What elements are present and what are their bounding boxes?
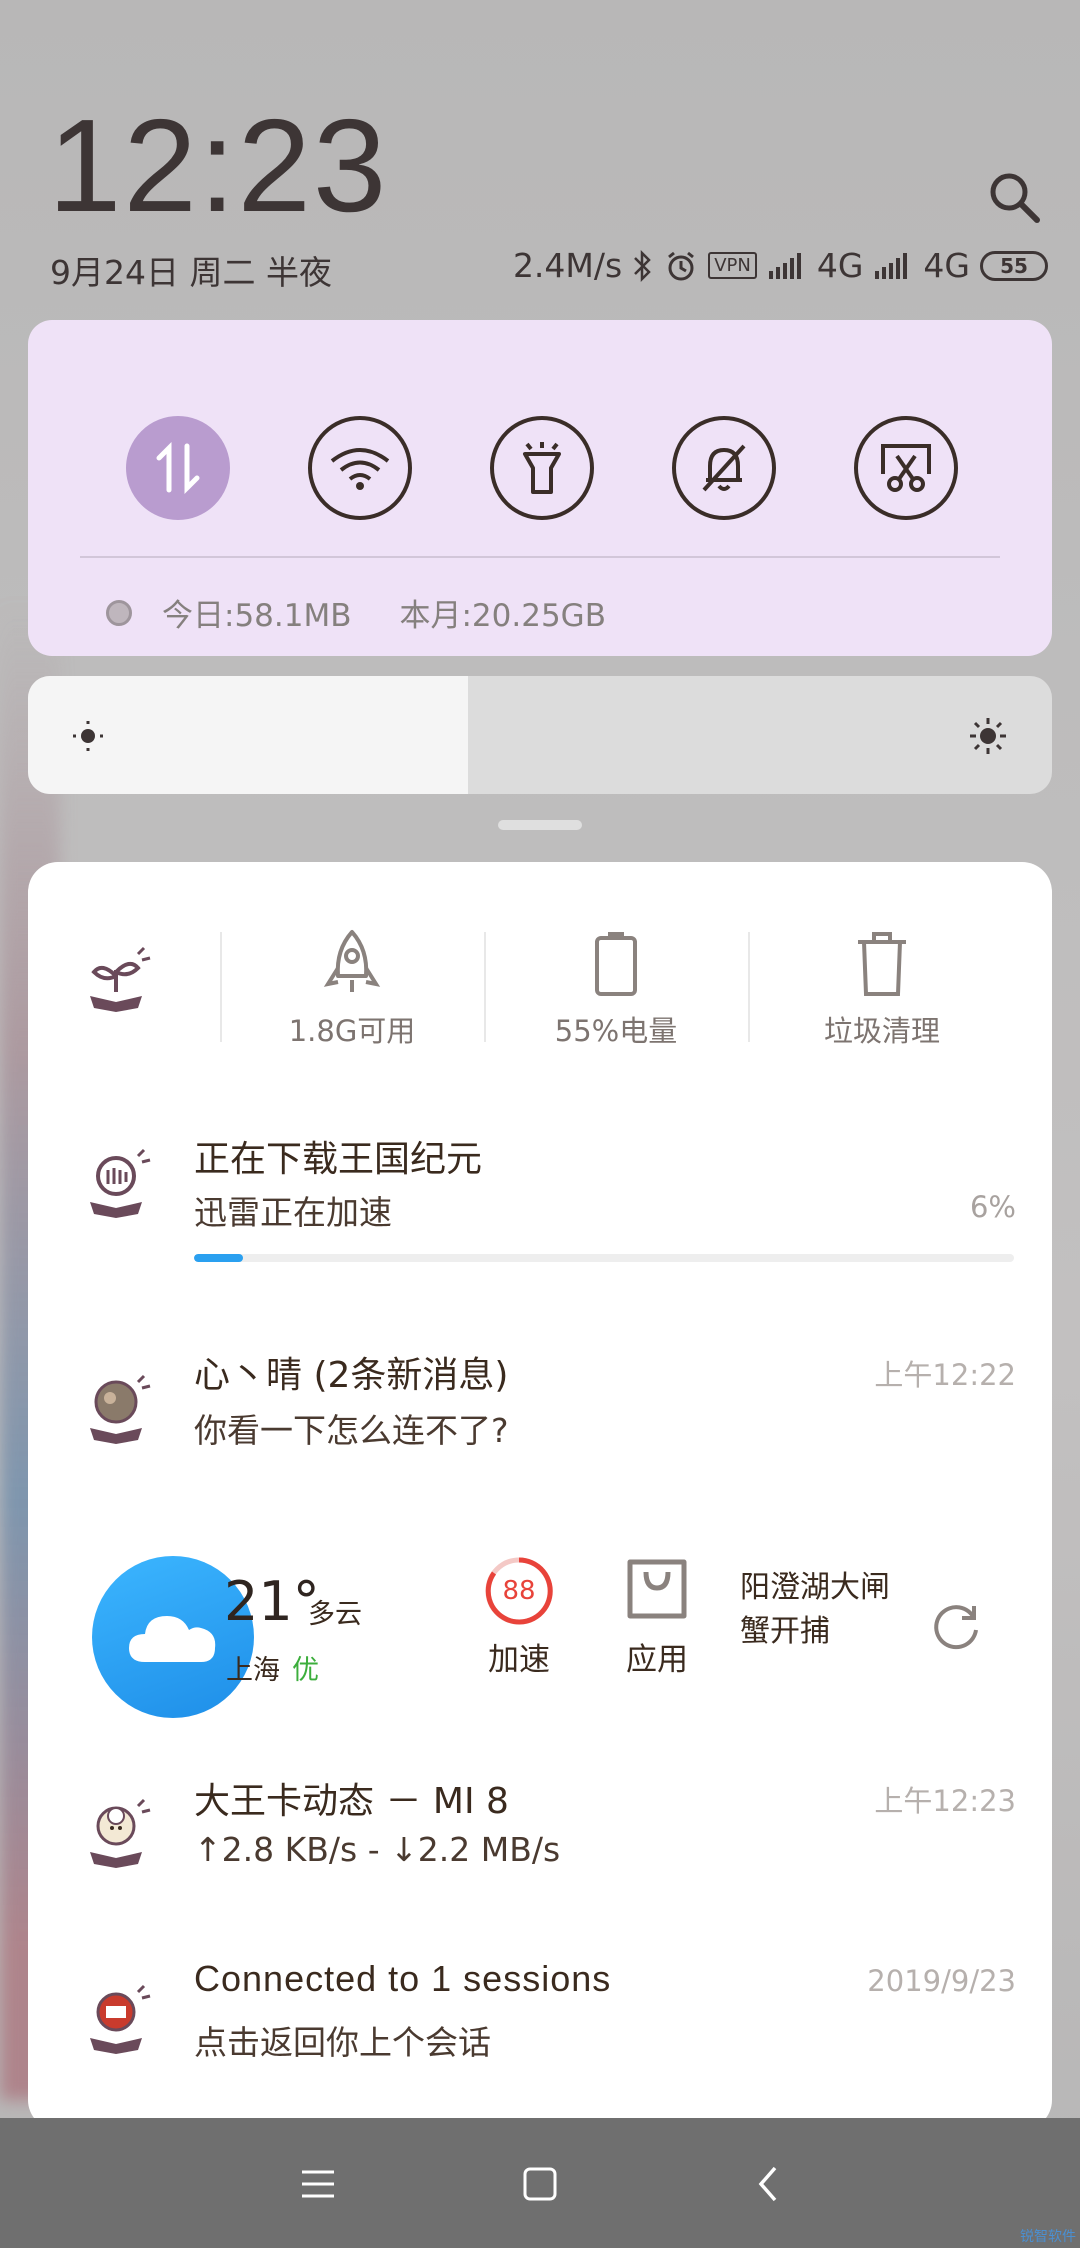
wangka-app-icon bbox=[76, 1796, 151, 1868]
divider bbox=[220, 932, 222, 1042]
contact-avatar bbox=[76, 1372, 151, 1444]
notification-text: 点击返回你上个会话 bbox=[194, 2023, 491, 2062]
back-chevron-icon bbox=[758, 2166, 777, 2202]
download-notification[interactable]: 正在下载王国纪元 迅雷正在加速 6% bbox=[28, 1130, 1052, 1330]
trash-icon bbox=[858, 932, 906, 996]
usage-month: 本月:20.25GB bbox=[399, 598, 606, 634]
flashlight-icon bbox=[523, 442, 561, 494]
cleanup-label: 垃圾清理 bbox=[823, 1014, 940, 1048]
quick-settings-panel: 今日:58.1MB 本月:20.25GB bbox=[28, 320, 1052, 656]
weather-temp: 21° bbox=[224, 1570, 320, 1633]
date-text: 9月24日 周二 半夜 bbox=[50, 253, 332, 292]
notification-time: 2019/9/23 bbox=[867, 1964, 1016, 1998]
news-line: 阳澄湖大闸 bbox=[740, 1570, 890, 1605]
weather-desc: 多云 bbox=[308, 1599, 362, 1630]
notification-time: 上午12:22 bbox=[874, 1358, 1016, 1392]
brightness-high-icon bbox=[970, 718, 1006, 754]
menu-button[interactable] bbox=[290, 2156, 346, 2212]
usage-dot-icon bbox=[106, 599, 132, 626]
alarm-icon bbox=[664, 249, 698, 283]
rocket-icon bbox=[323, 930, 381, 992]
bell-off-icon bbox=[702, 444, 746, 492]
battery-icon bbox=[595, 932, 637, 996]
apps-label: 应用 bbox=[626, 1642, 688, 1678]
home-square-icon bbox=[523, 2167, 557, 2201]
menu-icon bbox=[302, 2170, 334, 2198]
weather-city: 上海 bbox=[226, 1655, 280, 1686]
flashlight-toggle[interactable] bbox=[490, 416, 594, 520]
message-notification[interactable]: 心丶晴 (2条新消息) 你看一下怎么连不了? 上午12:22 bbox=[28, 1346, 1052, 1506]
notification-card: 1.8G可用 55%电量 垃圾清理 正在下载王国纪元 迅雷正在加速 6% 心丶晴… bbox=[28, 862, 1052, 2130]
traffic-notification[interactable]: 大王卡动态 － MI 8 ↑2.8 KB/s - ↓2.2 MB/s 上午12:… bbox=[28, 1772, 1052, 1932]
boost-button[interactable]: 88 加速 bbox=[474, 1556, 564, 1679]
brightness-slider[interactable] bbox=[28, 676, 1052, 794]
session-app-icon bbox=[76, 1982, 151, 2054]
weather-aqi: 优 bbox=[292, 1655, 319, 1686]
news-line: 蟹开捕 bbox=[740, 1614, 830, 1649]
battery-icon: 55 bbox=[980, 250, 1048, 281]
notification-text: 你看一下怎么连不了? bbox=[194, 1411, 509, 1450]
brightness-low-icon bbox=[73, 721, 103, 751]
sim2-network: 4G bbox=[923, 246, 970, 285]
cleanup-tool[interactable]: 垃圾清理 bbox=[772, 922, 992, 1050]
scissors-screenshot-icon bbox=[881, 444, 931, 492]
battery-tool[interactable]: 55%电量 bbox=[506, 922, 726, 1050]
notification-title: 大王卡动态 － MI 8 bbox=[194, 1781, 509, 1822]
download-progress-fill bbox=[194, 1254, 244, 1262]
silent-toggle[interactable] bbox=[672, 416, 776, 520]
search-icon[interactable] bbox=[985, 168, 1045, 228]
memory-label: 1.8G可用 bbox=[288, 1014, 416, 1048]
navigation-bar: 锐智软件 bbox=[0, 2118, 1080, 2248]
back-button[interactable] bbox=[740, 2156, 796, 2212]
drag-handle[interactable] bbox=[498, 820, 582, 830]
wifi-toggle[interactable] bbox=[308, 416, 412, 520]
divider bbox=[748, 932, 750, 1042]
notification-text: ↑2.8 KB/s - ↓2.2 MB/s bbox=[194, 1830, 561, 1869]
status-bar: 2.4M/s VPN 4G 4G 55 bbox=[513, 246, 1048, 285]
shopping-bag-icon bbox=[612, 1556, 702, 1626]
divider bbox=[80, 556, 1000, 558]
bluetooth-icon bbox=[632, 249, 654, 283]
news-headline[interactable]: 阳澄湖大闸 蟹开捕 bbox=[740, 1566, 890, 1654]
download-percent: 6% bbox=[969, 1190, 1016, 1224]
clock: 12:23 bbox=[48, 92, 389, 239]
memory-tool[interactable]: 1.8G可用 bbox=[242, 922, 462, 1050]
download-progress bbox=[194, 1254, 1014, 1262]
data-transfer-icon bbox=[156, 441, 200, 495]
weather-widget: 21° 多云 上海 优 88 加速 应用 阳澄湖大闸 蟹开捕 bbox=[28, 1556, 1052, 1736]
tools-row: 1.8G可用 55%电量 垃圾清理 bbox=[28, 922, 1052, 1052]
xunlei-app-icon bbox=[76, 1146, 151, 1218]
home-button[interactable] bbox=[512, 2156, 568, 2212]
net-speed: 2.4M/s bbox=[512, 246, 623, 285]
boost-ring-icon: 88 bbox=[484, 1556, 554, 1626]
vpn-badge: VPN bbox=[708, 252, 757, 279]
boost-value: 88 bbox=[502, 1576, 536, 1606]
notification-text: 迅雷正在加速 bbox=[194, 1193, 392, 1232]
battery-label: 55%电量 bbox=[554, 1014, 678, 1048]
notification-title: 正在下载王国纪元 bbox=[194, 1139, 483, 1180]
session-notification[interactable]: Connected to 1 sessions 点击返回你上个会话 2019/9… bbox=[28, 1958, 1052, 2118]
apps-button[interactable]: 应用 bbox=[612, 1556, 702, 1679]
data-usage: 今日:58.1MB 本月:20.25GB bbox=[106, 590, 606, 635]
notification-title: Connected to 1 sessions bbox=[194, 1958, 612, 1999]
divider bbox=[484, 932, 486, 1042]
mobile-data-toggle[interactable] bbox=[126, 416, 230, 520]
boost-label: 加速 bbox=[488, 1642, 550, 1678]
watermark: 锐智软件 bbox=[1020, 2229, 1076, 2245]
signal-icon bbox=[767, 251, 807, 281]
screenshot-toggle[interactable] bbox=[854, 416, 958, 520]
signal-icon bbox=[873, 251, 913, 281]
wifi-icon bbox=[330, 448, 390, 490]
refresh-icon[interactable] bbox=[928, 1596, 984, 1652]
usage-today: 今日:58.1MB bbox=[162, 598, 352, 634]
notification-title: 心丶晴 (2条新消息) bbox=[194, 1355, 509, 1396]
notification-time: 上午12:23 bbox=[874, 1784, 1016, 1818]
sim1-network: 4G bbox=[816, 246, 864, 285]
plant-app-icon[interactable] bbox=[76, 940, 156, 1024]
